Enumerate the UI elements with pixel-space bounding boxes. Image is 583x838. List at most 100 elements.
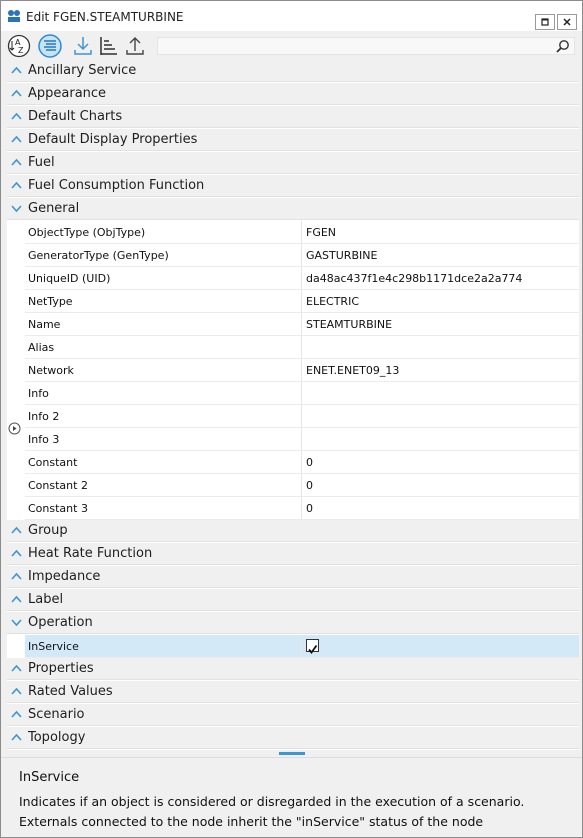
category-label: Ancillary Service — [28, 63, 137, 78]
property-row-inservice[interactable]: InService — [25, 635, 579, 658]
close-icon — [563, 18, 571, 26]
description-text: Indicates if an object is considered or … — [19, 794, 525, 829]
chevron-up-icon — [11, 595, 22, 603]
property-row-info-2[interactable]: Info 2 — [25, 405, 579, 428]
category-label: Operation — [28, 615, 93, 630]
categorized-view-button[interactable] — [38, 34, 62, 58]
import-button[interactable] — [71, 34, 95, 58]
property-value[interactable]: STEAMTURBINE — [306, 318, 392, 331]
column-divider — [301, 221, 302, 244]
category-label: Default Display Properties — [28, 132, 198, 147]
category-topology[interactable]: Topology — [7, 727, 579, 749]
search-icon[interactable] — [556, 39, 570, 53]
property-value[interactable]: 0 — [306, 479, 313, 492]
category-operation[interactable]: Operation — [7, 612, 579, 634]
splitter[interactable] — [1, 750, 582, 757]
property-row-generatortype[interactable]: GeneratorType (GenType) GASTURBINE — [25, 244, 579, 267]
property-row-nettype[interactable]: NetType ELECTRIC — [25, 290, 579, 313]
property-row-alias[interactable]: Alias — [25, 336, 579, 359]
description-panel: InService Indicates if an object is cons… — [1, 757, 582, 837]
chevron-up-icon — [11, 549, 22, 557]
category-default-charts[interactable]: Default Charts — [7, 106, 579, 128]
category-fuel[interactable]: Fuel — [7, 152, 579, 174]
category-label-group[interactable]: Label — [7, 589, 579, 611]
category-label: Impedance — [28, 569, 101, 584]
property-value[interactable]: 0 — [306, 456, 313, 469]
property-row-objecttype[interactable]: ObjectType (ObjType) FGEN — [25, 221, 579, 244]
category-appearance[interactable]: Appearance — [7, 83, 579, 105]
chevron-up-icon — [11, 181, 22, 189]
category-rated-values[interactable]: Rated Values — [7, 681, 579, 703]
categorized-view-icon — [38, 34, 62, 58]
property-row-name[interactable]: Name STEAMTURBINE — [25, 313, 579, 336]
export-button[interactable] — [123, 34, 147, 58]
chevron-up-icon — [11, 112, 22, 120]
category-impedance[interactable]: Impedance — [7, 566, 579, 588]
splitter-grip[interactable] — [279, 752, 305, 755]
property-grid: Ancillary Service Appearance Default Cha… — [7, 60, 579, 750]
search-box[interactable] — [157, 37, 575, 58]
chevron-up-icon — [11, 687, 22, 695]
property-value[interactable]: ENET.ENET09_13 — [306, 364, 399, 377]
property-value[interactable]: GASTURBINE — [306, 249, 377, 262]
column-divider — [301, 474, 302, 497]
sort-alphabetical-icon: A Z — [7, 34, 31, 58]
property-row-constant-3[interactable]: Constant 3 0 — [25, 497, 579, 520]
property-name: Constant 2 — [28, 479, 88, 492]
search-input[interactable] — [162, 41, 556, 58]
chevron-down-icon — [11, 205, 22, 213]
property-row-info[interactable]: Info — [25, 382, 579, 405]
restore-icon — [541, 18, 549, 26]
chevron-up-icon — [11, 89, 22, 97]
property-name: Info 2 — [28, 410, 60, 423]
sort-alphabetical-button[interactable]: A Z — [7, 34, 31, 58]
column-divider — [301, 497, 302, 520]
category-label: General — [28, 201, 80, 216]
navigate-arrow-icon[interactable] — [8, 422, 21, 435]
svg-text:Z: Z — [18, 46, 24, 55]
property-value[interactable]: FGEN — [306, 226, 336, 239]
property-value[interactable]: ELECTRIC — [306, 295, 359, 308]
property-name: UniqueID (UID) — [28, 272, 111, 285]
property-row-network[interactable]: Network ENET.ENET09_13 — [25, 359, 579, 382]
property-value[interactable]: da48ac437f1e4c298b1171dce2a2a774 — [306, 272, 522, 285]
column-divider — [301, 451, 302, 474]
property-row-info-3[interactable]: Info 3 — [25, 428, 579, 451]
inservice-checkbox[interactable] — [306, 639, 319, 654]
property-name: GeneratorType (GenType) — [28, 249, 169, 262]
category-general[interactable]: General — [7, 198, 579, 220]
property-name: Name — [28, 318, 61, 331]
column-divider — [301, 405, 302, 428]
column-divider — [301, 244, 302, 267]
category-scenario[interactable]: Scenario — [7, 704, 579, 726]
property-row-constant[interactable]: Constant 0 — [25, 451, 579, 474]
chevron-up-icon — [11, 664, 22, 672]
category-group[interactable]: Group — [7, 520, 579, 542]
column-divider — [301, 635, 302, 658]
category-label: Properties — [28, 661, 94, 676]
chevron-up-icon — [11, 733, 22, 741]
category-label: Fuel — [28, 155, 55, 170]
property-name: Constant — [28, 456, 78, 469]
property-row-constant-2[interactable]: Constant 2 0 — [25, 474, 579, 497]
column-divider — [301, 267, 302, 290]
category-label: Appearance — [28, 86, 107, 101]
property-value[interactable]: 0 — [306, 502, 313, 515]
category-label: Heat Rate Function — [28, 546, 153, 561]
property-row-uniqueid[interactable]: UniqueID (UID) da48ac437f1e4c298b1171dce… — [25, 267, 579, 290]
column-divider — [301, 336, 302, 359]
restore-button[interactable] — [535, 14, 555, 30]
category-ancillary-service[interactable]: Ancillary Service — [7, 60, 579, 82]
category-heat-rate-function[interactable]: Heat Rate Function — [7, 543, 579, 565]
close-button[interactable] — [557, 14, 577, 30]
property-editor-window: Edit FGEN.STEAMTURBINE A Z Ancillary Ser… — [0, 0, 583, 838]
category-default-display-properties[interactable]: Default Display Properties — [7, 129, 579, 151]
property-name: Info 3 — [28, 433, 60, 446]
hierarchy-button[interactable] — [97, 34, 121, 58]
chevron-up-icon — [11, 572, 22, 580]
category-properties[interactable]: Properties — [7, 658, 579, 680]
chevron-up-icon — [11, 135, 22, 143]
hierarchy-icon — [100, 37, 117, 55]
category-label: Group — [28, 523, 68, 538]
category-fuel-consumption-function[interactable]: Fuel Consumption Function — [7, 175, 579, 197]
